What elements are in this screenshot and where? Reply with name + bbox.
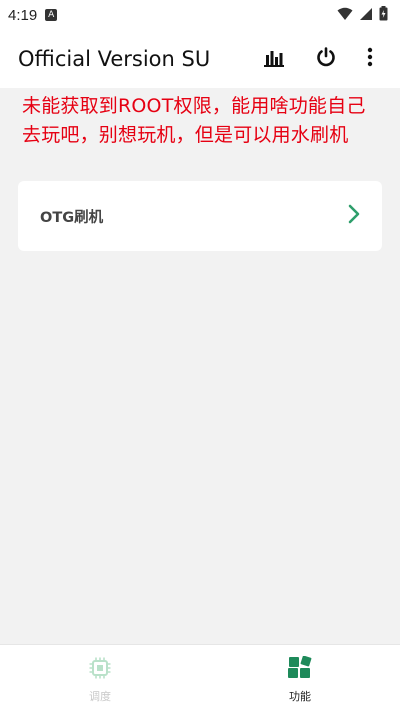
chevron-right-icon [348,204,360,228]
chip-icon [88,656,112,684]
app-title: Official Version SU [18,47,211,71]
more-vert-icon [367,47,373,71]
status-left: 4:19 A [8,6,58,24]
notification-icon: A [45,9,58,21]
nav-item-functions[interactable]: 功能 [200,645,400,713]
nav-item-schedule[interactable]: 调度 [0,645,200,713]
power-icon [315,46,337,72]
battery-icon [379,5,388,25]
chart-button[interactable] [256,41,292,77]
power-button[interactable] [308,41,344,77]
app-bar: Official Version SU [0,30,400,88]
status-right [337,5,388,25]
signal-icon [359,6,373,25]
status-time: 4:19 [8,6,38,24]
blocks-icon [287,655,313,684]
otg-flash-label: OTG刷机 [40,209,104,226]
root-warning-text: 未能获取到ROOT权限，能用啥功能自己去玩吧，别想玩机，但是可以用水刷机 [22,95,366,146]
status-bar: 4:19 A [0,0,400,30]
otg-flash-card[interactable]: OTG刷机 [18,181,382,251]
bottom-nav: 调度 功能 [0,644,400,713]
nav-label-schedule: 调度 [89,690,111,703]
wifi-icon [337,6,353,25]
nav-label-functions: 功能 [289,690,311,703]
more-options-button[interactable] [358,41,382,77]
chart-icon [263,47,285,71]
app-actions [240,41,382,77]
